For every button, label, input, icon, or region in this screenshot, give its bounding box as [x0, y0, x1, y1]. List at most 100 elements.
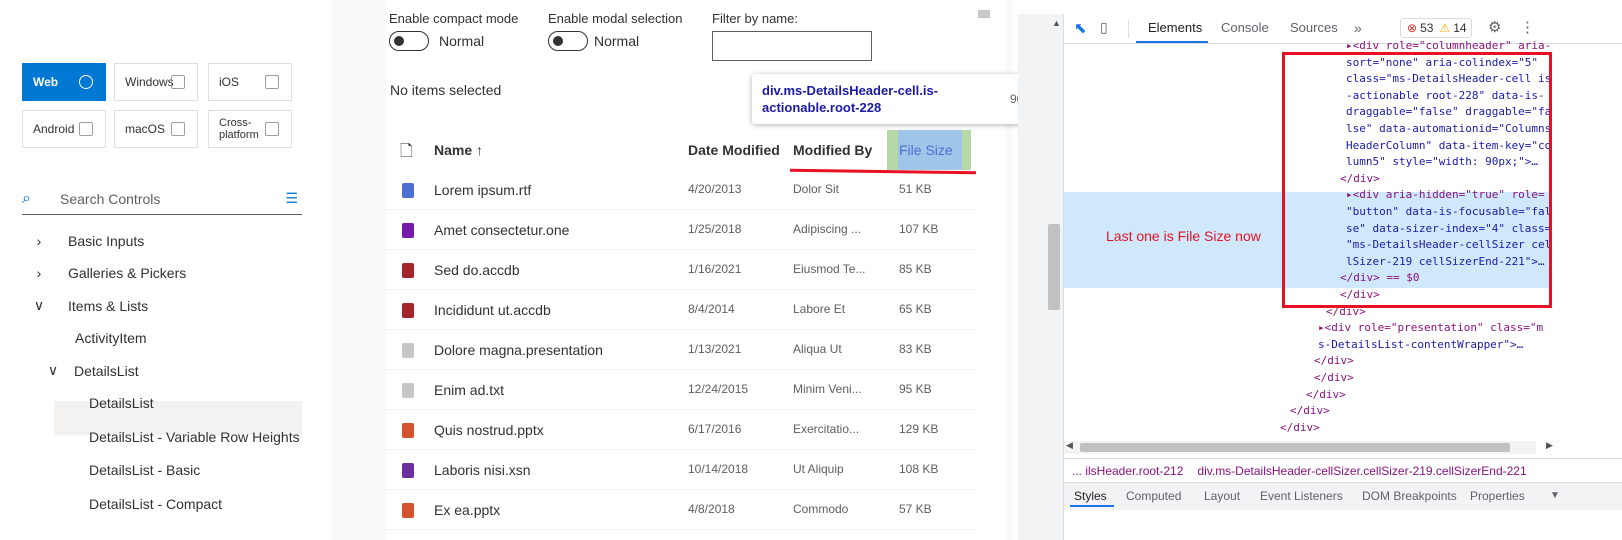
tab-computed[interactable]: Computed	[1126, 489, 1181, 503]
cell-name[interactable]: Sed do.accdb	[434, 262, 520, 278]
column-header-file-size[interactable]: File Size	[899, 142, 953, 158]
cell-name[interactable]: Lorem ipsum.rtf	[434, 182, 531, 198]
platform-ios-button[interactable]: iOS	[208, 63, 292, 101]
tab-properties[interactable]: Properties	[1470, 489, 1525, 503]
cell-name[interactable]: Incididunt ut.accdb	[434, 302, 551, 318]
table-row[interactable]: Amet consectetur.one 1/25/2018 Adipiscing …	[386, 210, 974, 250]
table-row[interactable]: Lorem ipsum.rtf 4/20/2013 Dolor Sit 51 KB	[386, 170, 974, 210]
platform-android-button[interactable]: Android	[22, 110, 106, 148]
device-toolbar-icon[interactable]: ▯	[1100, 19, 1108, 36]
settings-gear-icon[interactable]: ⚙	[1488, 18, 1501, 36]
table-row[interactable]: Ex ea.pptx 4/8/2018 Commodo 57 KB	[386, 490, 974, 530]
nav-detailslist-group[interactable]: ∨ DetailsList	[46, 362, 139, 379]
cell-modified-by: Exercitatio...	[793, 422, 860, 436]
tab-styles[interactable]: Styles	[1074, 489, 1107, 503]
tab-sources[interactable]: Sources	[1290, 20, 1338, 35]
cell-modified-by: Aliqua Ut	[793, 342, 842, 356]
sidebar: Web Windows iOS Android macOS Cross-plat…	[0, 0, 332, 540]
cell-name[interactable]: Ex ea.pptx	[434, 502, 500, 518]
more-options-icon[interactable]: ⋮	[1520, 18, 1535, 36]
dom-tree-line[interactable]: s-DetailsList-contentWrapper">…	[1318, 337, 1523, 354]
cell-modified-by: Labore Et	[793, 302, 846, 316]
more-tabs-button[interactable]: »	[1354, 20, 1362, 36]
search-controls-input[interactable]: ⌕ Search Controls ☰	[22, 183, 302, 215]
nav-label: DetailsList - Basic	[89, 462, 201, 478]
table-row[interactable]: Laboris nisi.xsn 10/14/2018 Ut Aliquip 108 …	[386, 450, 974, 490]
cell-file-size: 107 KB	[899, 222, 939, 236]
platform-windows-button[interactable]: Windows	[114, 63, 198, 101]
nav-label: Galleries & Pickers	[68, 265, 187, 281]
column-header-modified-by[interactable]: Modified By	[793, 142, 872, 158]
platform-web-button[interactable]: Web	[22, 63, 106, 101]
scroll-left-arrow-icon[interactable]: ◀	[1066, 440, 1073, 451]
cell-date-modified: 8/4/2014	[688, 302, 735, 316]
modal-selection-toggle[interactable]	[548, 31, 588, 51]
table-row[interactable]: Incididunt ut.accdb 8/4/2014 Labore Et 65 K…	[386, 290, 974, 330]
table-row[interactable]: Dolore magna.presentation 1/13/2021 Aliqua…	[386, 330, 974, 370]
tab-console[interactable]: Console	[1221, 20, 1269, 35]
dom-horizontal-scrollbar[interactable]	[1064, 441, 1536, 454]
scroll-right-arrow-icon[interactable]: ▶	[1546, 440, 1553, 451]
nav-label: DetailsList	[89, 395, 154, 411]
dom-tree-line[interactable]: </div>	[1306, 387, 1346, 404]
warning-icon: ⚠	[1439, 21, 1451, 35]
breadcrumb-item[interactable]: ... ilsHeader.root-212	[1072, 464, 1183, 478]
dom-breadcrumb: ... ilsHeader.root-212 div.ms-DetailsHea…	[1064, 458, 1622, 482]
selection-status: No items selected	[390, 82, 502, 98]
cell-name[interactable]: Quis nostrud.pptx	[434, 422, 544, 438]
platform-macos-button[interactable]: macOS	[114, 110, 198, 148]
platform-label: Android	[33, 122, 75, 136]
nav-galleries-pickers[interactable]: › Galleries & Pickers	[32, 265, 187, 281]
cell-name[interactable]: Amet consectetur.one	[434, 222, 569, 238]
tab-dom-breakpoints[interactable]: DOM Breakpoints	[1362, 489, 1457, 503]
dom-tree-line[interactable]: </div>	[1314, 353, 1354, 370]
devtools-left-gutter	[1018, 14, 1064, 540]
file-type-header-icon[interactable]: 🗋	[400, 140, 413, 167]
inspect-element-icon[interactable]: ⬉	[1074, 19, 1087, 37]
nav-items-lists[interactable]: ∨ Items & Lists	[32, 297, 148, 314]
toolbar-divider	[1128, 20, 1129, 38]
table-row[interactable]: Quis nostrud.pptx 6/17/2016 Exercitatio...…	[386, 410, 974, 450]
content-scrollbar[interactable]	[978, 10, 990, 18]
nav-detailslist-variable-row-heights[interactable]: DetailsList - Variable Row Heights	[89, 429, 300, 445]
table-row[interactable]: Enim ad.txt 12/24/2015 Minim Veni... 95 KB	[386, 370, 974, 410]
table-row[interactable]: Sed do.accdb 1/16/2021 Eiusmod Te... 85 KB	[386, 250, 974, 290]
scrollbar-thumb[interactable]	[1080, 443, 1510, 452]
tab-layout[interactable]: Layout	[1204, 489, 1240, 503]
scroll-up-arrow-icon[interactable]: ▲	[1052, 18, 1061, 28]
nav-detailslist[interactable]: DetailsList	[89, 395, 154, 411]
file-type-icon	[402, 343, 414, 358]
cell-name[interactable]: Dolore magna.presentation	[434, 342, 603, 358]
nav-basic-inputs[interactable]: › Basic Inputs	[32, 233, 145, 249]
cell-name[interactable]: Laboris nisi.xsn	[434, 462, 531, 478]
dom-tree-line[interactable]: </div>	[1314, 370, 1354, 387]
filter-by-name-input[interactable]	[712, 31, 872, 61]
chevron-down-icon[interactable]: ▼	[1550, 490, 1560, 501]
dom-tree-line[interactable]: </div>	[1290, 403, 1330, 420]
gutter-scrollbar-thumb[interactable]	[1048, 224, 1060, 310]
nav-activityitem[interactable]: ActivityItem	[75, 330, 147, 346]
nav-label: ActivityItem	[75, 330, 147, 346]
breadcrumb-item-current[interactable]: div.ms-DetailsHeader-cellSizer.cellSizer…	[1197, 463, 1527, 478]
file-type-icon	[402, 503, 414, 518]
cell-file-size: 108 KB	[899, 462, 939, 476]
nav-detailslist-basic[interactable]: DetailsList - Basic	[89, 462, 200, 478]
column-header-date-modified[interactable]: Date Modified	[688, 142, 780, 158]
nav-detailslist-compact[interactable]: DetailsList - Compact	[89, 496, 222, 512]
issues-counter[interactable]: ⊗ 53 ⚠ 14	[1400, 18, 1472, 38]
annotation-text: Last one is File Size now	[1106, 228, 1261, 244]
column-header-name[interactable]: Name ↑	[434, 142, 483, 158]
dom-tree-line[interactable]: </div>	[1280, 420, 1320, 437]
ios-icon	[265, 75, 279, 89]
compact-mode-toggle[interactable]	[389, 31, 429, 51]
cell-file-size: 65 KB	[899, 302, 932, 316]
dom-tree-line[interactable]: ▸<div role="presentation" class="m	[1318, 320, 1543, 337]
platform-cross-platform-button[interactable]: Cross-platform	[208, 110, 292, 148]
platform-label: Cross-platform	[219, 117, 259, 141]
tab-elements[interactable]: Elements	[1148, 20, 1202, 35]
platform-label: Windows	[125, 75, 174, 89]
cell-name[interactable]: Enim ad.txt	[434, 382, 504, 398]
compact-mode-label: Enable compact mode	[389, 11, 519, 26]
tab-event-listeners[interactable]: Event Listeners	[1260, 489, 1343, 503]
filter-list-icon[interactable]: ☰	[285, 190, 298, 207]
